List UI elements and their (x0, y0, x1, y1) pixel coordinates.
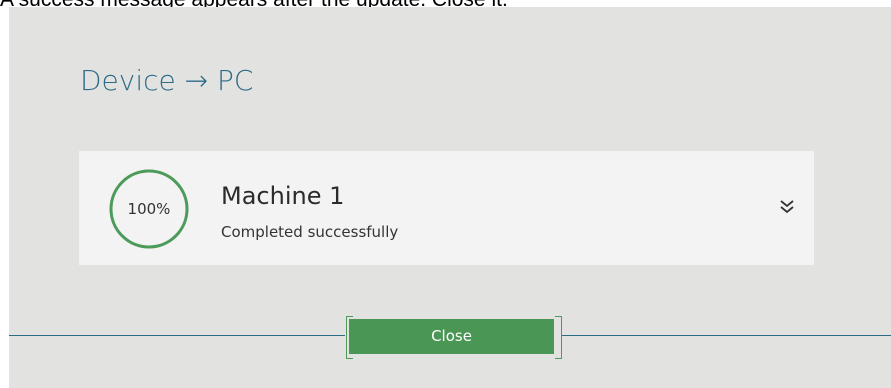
double-chevron-down-icon[interactable] (779, 197, 795, 217)
focus-bracket-right (555, 316, 562, 359)
footer-divider-right (562, 335, 891, 336)
progress-ring: 100% (108, 168, 190, 250)
machine-name: Machine 1 (221, 182, 345, 210)
machine-job-card: 100% Machine 1 Completed successfully (79, 151, 814, 265)
job-status: Completed successfully (221, 223, 399, 241)
dialog-title: Device → PC (80, 64, 254, 97)
footer-divider-left (9, 335, 345, 336)
screenshot-root: A success message appears after the upda… (0, 0, 891, 388)
progress-percent: 100% (127, 200, 171, 218)
close-button[interactable]: Close (349, 319, 554, 354)
